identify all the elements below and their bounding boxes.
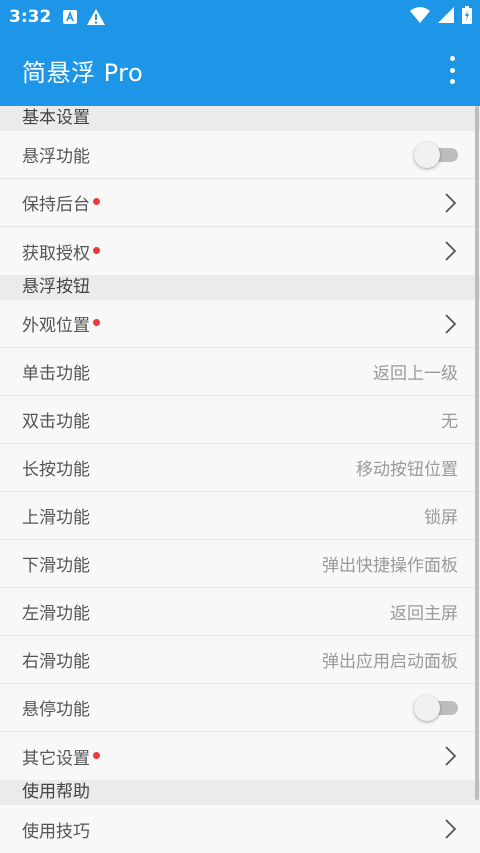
battery-icon	[462, 6, 472, 28]
row-swipe-right[interactable]: 右滑功能 弹出应用启动面板	[0, 636, 480, 684]
row-label: 其它设置	[22, 748, 90, 769]
chevron-right-icon	[443, 819, 457, 839]
chevron-right-icon	[443, 746, 457, 766]
chevron-right-icon	[443, 192, 457, 213]
section-help: 使用帮助	[0, 780, 480, 805]
row-value: 弹出快捷操作面板	[322, 556, 458, 576]
row-single-tap[interactable]: 单击功能 返回上一级	[0, 348, 480, 396]
row-label: 获取授权	[22, 243, 90, 264]
row-value: 返回上一级	[373, 364, 458, 384]
chevron-right-icon	[443, 241, 457, 261]
row-label: 双击功能	[22, 412, 90, 432]
app-root: 3:32 简悬浮 Pro 基本设置 悬浮功能 保持后台 获取授权 悬浮按钮 外观…	[0, 0, 480, 853]
row-swipe-down[interactable]: 下滑功能 弹出快捷操作面板	[0, 540, 480, 588]
row-label: 保持后台	[22, 195, 90, 215]
row-double-tap[interactable]: 双击功能 无	[0, 396, 480, 444]
wifi-icon	[410, 7, 430, 27]
chevron-right-icon	[443, 313, 457, 334]
row-value: 移动按钮位置	[356, 460, 458, 480]
row-label: 长按功能	[22, 460, 90, 480]
row-usage-tips[interactable]: 使用技巧	[0, 805, 480, 853]
row-label: 悬停功能	[22, 700, 90, 720]
row-label: 外观位置	[22, 316, 90, 336]
section-float-button: 悬浮按钮	[0, 275, 480, 300]
status-time: 3:32	[9, 7, 52, 27]
row-float-function[interactable]: 悬浮功能	[0, 131, 480, 179]
section-basic: 基本设置	[0, 106, 480, 131]
row-appearance-position[interactable]: 外观位置	[0, 300, 480, 348]
row-swipe-up[interactable]: 上滑功能 锁屏	[0, 492, 480, 540]
row-label: 使用技巧	[22, 821, 90, 842]
row-long-press[interactable]: 长按功能 移动按钮位置	[0, 444, 480, 492]
hover-function-toggle[interactable]	[414, 694, 458, 721]
row-value: 返回主屏	[390, 604, 458, 624]
row-swipe-left[interactable]: 左滑功能 返回主屏	[0, 588, 480, 636]
row-other-settings[interactable]: 其它设置	[0, 732, 480, 780]
row-label: 右滑功能	[22, 652, 90, 672]
notification-a-icon	[63, 10, 78, 24]
row-keep-background[interactable]: 保持后台	[0, 179, 480, 227]
row-label: 悬浮功能	[22, 147, 90, 167]
red-dot-badge	[93, 751, 100, 759]
settings-list: 基本设置 悬浮功能 保持后台 获取授权 悬浮按钮 外观位置 单击功能 返回上一级…	[0, 106, 480, 853]
red-dot-badge	[93, 198, 100, 205]
row-get-permission[interactable]: 获取授权	[0, 227, 480, 275]
row-label: 下滑功能	[22, 556, 90, 576]
status-right	[410, 0, 472, 34]
more-options-icon[interactable]	[440, 56, 464, 84]
red-dot-badge	[93, 319, 100, 326]
app-title: 简悬浮 Pro	[22, 58, 144, 87]
status-bar: 3:32	[0, 0, 480, 34]
warning-icon	[87, 9, 106, 25]
row-value: 无	[441, 412, 458, 432]
row-label: 单击功能	[22, 364, 90, 384]
row-hover-function[interactable]: 悬停功能	[0, 684, 480, 732]
signal-icon	[438, 7, 454, 27]
row-label: 左滑功能	[22, 604, 90, 624]
scrollbar[interactable]	[475, 106, 479, 800]
app-bar: 简悬浮 Pro	[0, 34, 480, 106]
row-label: 上滑功能	[22, 508, 90, 528]
row-value: 弹出应用启动面板	[322, 652, 458, 672]
row-value: 锁屏	[424, 508, 458, 528]
float-function-toggle[interactable]	[414, 141, 458, 168]
red-dot-badge	[93, 246, 100, 254]
